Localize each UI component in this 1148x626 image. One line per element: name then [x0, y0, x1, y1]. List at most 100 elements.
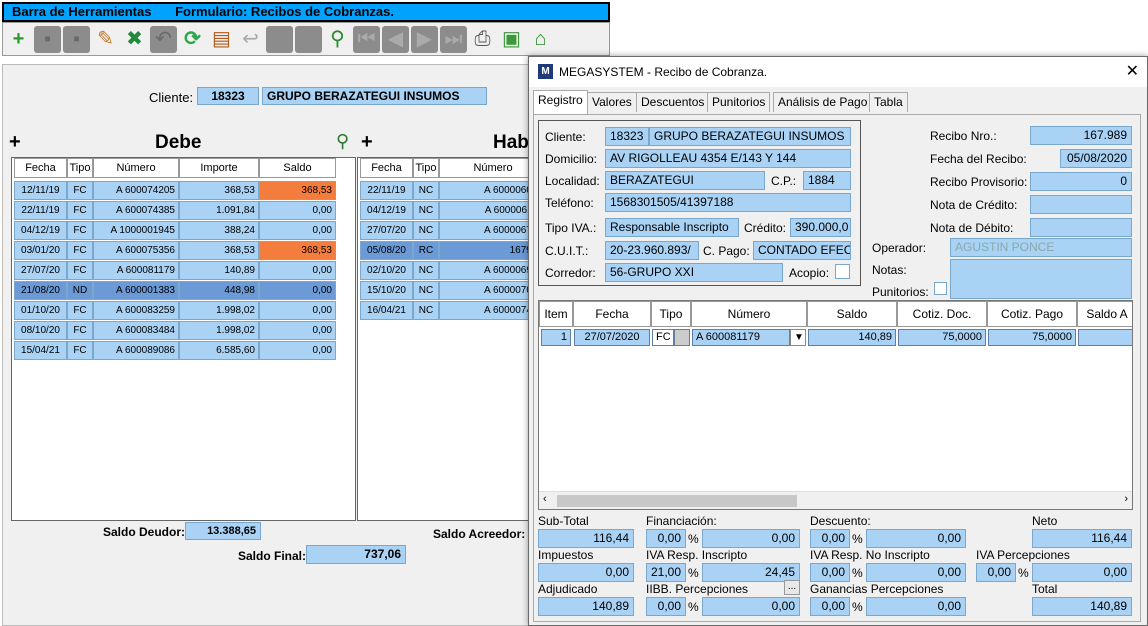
row-cotiz-doc[interactable]: 75,0000 — [898, 329, 986, 346]
chevron-down-icon[interactable]: ▼ — [790, 329, 806, 346]
haber-cell-fecha[interactable]: 16/04/21 — [360, 301, 413, 320]
prev-icon[interactable]: ◀ — [382, 25, 409, 53]
debe-cell-numero[interactable]: A 600083259 — [93, 301, 179, 320]
col-cotiz-pago[interactable]: Cotiz. Pago — [987, 301, 1077, 327]
cliente-name-field[interactable]: GRUPO BERAZATEGUI INSUMOS — [262, 87, 487, 105]
tab-valores[interactable]: Valores — [587, 92, 637, 112]
debe-cell-fecha[interactable]: 21/08/20 — [14, 281, 67, 300]
debe-cell-numero[interactable]: A 600074205 — [93, 181, 179, 200]
debe-cell-tipo[interactable]: ND — [67, 281, 93, 300]
film-icon[interactable]: ▤ — [208, 26, 235, 53]
col-tipo[interactable]: Tipo — [651, 301, 691, 327]
list-icon[interactable] — [266, 25, 293, 53]
debe-cell-tipo[interactable]: FC — [67, 241, 93, 260]
col-cotiz-doc[interactable]: Cotiz. Doc. — [897, 301, 987, 327]
cliente-code-field[interactable]: 18323 — [605, 127, 649, 146]
notas-field[interactable] — [950, 259, 1132, 299]
debe-cell-tipo[interactable]: FC — [67, 341, 93, 360]
debe-cell-importe[interactable]: 448,98 — [179, 281, 259, 300]
first-icon[interactable]: ⏮ — [353, 25, 380, 53]
debe-cell-numero[interactable]: A 600089086 — [93, 341, 179, 360]
recibo-provisorio-field[interactable]: 0 — [1030, 172, 1132, 191]
debe-cell-numero[interactable]: A 600081179 — [93, 261, 179, 280]
debe-cell-saldo[interactable]: 0,00 — [259, 301, 336, 320]
debe-cell-saldo[interactable]: 0,00 — [259, 281, 336, 300]
row-saldo-a[interactable] — [1078, 329, 1132, 346]
debe-cell-saldo[interactable]: 368,53 — [259, 181, 336, 200]
haber-cell-tipo[interactable]: NC — [413, 261, 439, 280]
debe-cell-importe[interactable]: 1.091,84 — [179, 201, 259, 220]
domicilio-field[interactable]: AV RIGOLLEAU 4354 E/143 Y 144 — [605, 149, 851, 168]
printer-icon[interactable]: ⎙ — [469, 26, 496, 53]
row-numero[interactable]: A 600081179 — [692, 329, 790, 346]
debe-cell-importe[interactable]: 368,53 — [179, 181, 259, 200]
debe-cell-tipo[interactable]: FC — [67, 221, 93, 240]
row-saldo[interactable]: 140,89 — [808, 329, 896, 346]
debe-cell-fecha[interactable]: 01/10/20 — [14, 301, 67, 320]
acopio-checkbox[interactable] — [835, 264, 850, 279]
add-debe-icon[interactable]: + — [9, 131, 21, 154]
back-icon[interactable]: ↩ — [237, 26, 264, 53]
cliente-name-field[interactable]: GRUPO BERAZATEGUI INSUMOS — [649, 127, 851, 146]
iva-perc-pct-field[interactable]: 0,00 — [976, 563, 1016, 582]
haber-cell-tipo[interactable]: NC — [413, 281, 439, 300]
debe-cell-saldo[interactable]: 0,00 — [259, 201, 336, 220]
list-icon[interactable] — [295, 25, 322, 53]
descuento-pct-field[interactable]: 0,00 — [810, 529, 850, 548]
debe-cell-numero[interactable]: A 600075356 — [93, 241, 179, 260]
debe-cell-fecha[interactable]: 08/10/20 — [14, 321, 67, 340]
debe-cell-importe[interactable]: 1.998,02 — [179, 321, 259, 340]
haber-cell-tipo[interactable]: NC — [413, 301, 439, 320]
financiacion-value-field[interactable]: 0,00 — [702, 529, 800, 548]
haber-cell-tipo[interactable]: NC — [413, 201, 439, 220]
debe-cell-saldo[interactable]: 368,53 — [259, 241, 336, 260]
add-haber-icon[interactable]: + — [361, 131, 373, 154]
undo-icon[interactable]: ↶ — [150, 25, 177, 53]
debe-cell-tipo[interactable]: FC — [67, 321, 93, 340]
iva-ri-pct-field[interactable]: 21,00 — [646, 563, 686, 582]
debe-cell-numero[interactable]: A 1000001945 — [93, 221, 179, 240]
haber-cell-fecha[interactable]: 22/11/19 — [360, 181, 413, 200]
debe-cell-saldo[interactable]: 0,00 — [259, 221, 336, 240]
save-icon[interactable]: ▪ — [34, 25, 61, 53]
iva-perc-value-field[interactable]: 0,00 — [1032, 563, 1132, 582]
nota-credito-field[interactable] — [1030, 195, 1132, 214]
tab-punitorios[interactable]: Punitorios — [707, 92, 771, 112]
debe-cell-importe[interactable]: 140,89 — [179, 261, 259, 280]
fecha-recibo-field[interactable]: 05/08/2020 — [1060, 149, 1132, 168]
debe-cell-numero[interactable]: A 600083484 — [93, 321, 179, 340]
row-fecha[interactable]: 27/07/2020 — [574, 329, 650, 346]
debe-cell-tipo[interactable]: FC — [67, 201, 93, 220]
debe-cell-tipo[interactable]: FC — [67, 301, 93, 320]
iibb-more-button[interactable]: ... — [784, 580, 800, 595]
search-debe-icon[interactable]: ⚲ — [336, 131, 349, 152]
scroll-thumb[interactable] — [557, 495, 797, 507]
debe-cell-importe[interactable]: 388,24 — [179, 221, 259, 240]
col-numero[interactable]: Número — [691, 301, 807, 327]
tipo-iva-field[interactable]: Responsable Inscripto — [605, 218, 739, 237]
haber-col-tipo[interactable]: Tipo — [413, 158, 439, 178]
haber-cell-fecha[interactable]: 04/12/19 — [360, 201, 413, 220]
localidad-field[interactable]: BERAZATEGUI — [605, 171, 765, 190]
punitorios-checkbox[interactable] — [934, 282, 947, 295]
financiacion-pct-field[interactable]: 0,00 — [646, 529, 686, 548]
horizontal-scrollbar[interactable]: ‹ › — [539, 491, 1132, 509]
debe-cell-numero[interactable]: A 600074385 — [93, 201, 179, 220]
scroll-left-icon[interactable]: ‹ — [543, 493, 547, 505]
ganancias-pct-field[interactable]: 0,00 — [810, 597, 850, 616]
haber-cell-tipo[interactable]: RC — [413, 241, 439, 260]
iva-rni-value-field[interactable]: 0,00 — [866, 563, 966, 582]
search-icon[interactable]: ⚲ — [324, 26, 351, 53]
nota-debito-field[interactable] — [1030, 218, 1132, 237]
debe-cell-tipo[interactable]: FC — [67, 261, 93, 280]
cpago-field[interactable]: CONTADO EFEC — [753, 241, 851, 260]
row-tipo-button[interactable] — [674, 329, 690, 346]
recibo-nro-field[interactable]: 167.989 — [1030, 126, 1132, 145]
row-item[interactable]: 1 — [541, 329, 571, 346]
debe-cell-importe[interactable]: 368,53 — [179, 241, 259, 260]
debe-cell-fecha[interactable]: 04/12/19 — [14, 221, 67, 240]
iibb-value-field[interactable]: 0,00 — [702, 597, 800, 616]
debe-col-importe[interactable]: Importe — [179, 158, 259, 178]
iva-rni-pct-field[interactable]: 0,00 — [810, 563, 850, 582]
debe-cell-saldo[interactable]: 0,00 — [259, 341, 336, 360]
